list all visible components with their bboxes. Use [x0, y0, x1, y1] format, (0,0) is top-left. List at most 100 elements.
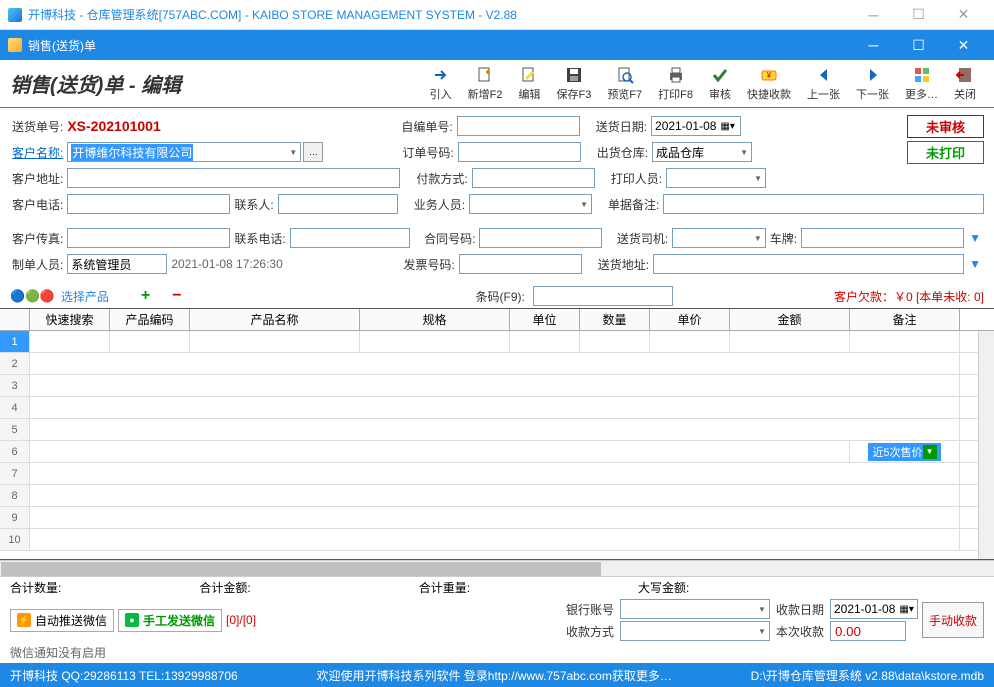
custname-combo[interactable]: 开博维尔科技有限公司▼ [67, 142, 301, 162]
custfax-input[interactable] [67, 228, 230, 248]
custname-lookup-button[interactable]: … [303, 142, 323, 162]
vertical-scrollbar[interactable] [978, 331, 994, 559]
docno-value: XS-202101001 [67, 118, 397, 134]
customer-debt-text: 客户欠款：￥0 [本单未收: 0] [834, 288, 984, 305]
contact-label: 联系人: [232, 196, 275, 213]
total-amt-label: 合计金额: [199, 579, 250, 596]
not-audited-badge: 未审核 [907, 115, 984, 138]
table-row: 10 [0, 529, 994, 551]
selfno-input[interactable] [457, 116, 580, 136]
deliverdate-input[interactable]: 2021-01-08▦▾ [651, 116, 741, 136]
plate-input[interactable] [801, 228, 964, 248]
recvdate-input[interactable]: 2021-01-08▦▾ [830, 599, 918, 619]
shipaddr-label: 送货地址: [596, 256, 651, 273]
wechat-icon: ● [125, 613, 139, 627]
minimize-button[interactable]: ─ [851, 0, 896, 30]
salesman-combo[interactable]: ▼ [469, 194, 592, 214]
subwindow-title: 销售(送货)单 [28, 37, 851, 54]
paymethod-input[interactable] [472, 168, 595, 188]
deliverdate-label: 送货日期: [594, 118, 649, 135]
send-count: [0]/[0] [226, 613, 256, 627]
print-button[interactable]: 打印F8 [652, 64, 699, 104]
create-time: 2021-01-08 17:26:30 [169, 257, 399, 271]
barcode-input[interactable] [533, 286, 673, 306]
select-product-link[interactable]: 选择产品 [61, 288, 109, 305]
page-heading: 销售(送货)单 - 编辑 [10, 69, 422, 98]
creator-label: 制单人员: [10, 256, 65, 273]
driver-combo[interactable]: ▼ [672, 228, 766, 248]
grid-body[interactable]: 1 2 3 4 5 6近5次售价▼ 7 8 9 10 [0, 331, 994, 551]
invoice-input[interactable] [459, 254, 582, 274]
status-mid: 欢迎使用开博科技系列软件 登录http://www.757abc.com获取更多… [258, 667, 731, 684]
remove-row-button[interactable]: − [172, 287, 181, 305]
preview-button[interactable]: 预览F7 [601, 64, 648, 104]
table-row: 2 [0, 353, 994, 375]
docno-label: 送货单号: [10, 118, 65, 135]
thisrecv-input[interactable] [830, 621, 906, 641]
contract-input[interactable] [479, 228, 602, 248]
total-wt-label: 合计重量: [419, 579, 470, 596]
table-row: 3 [0, 375, 994, 397]
edit-button[interactable]: 编辑 [512, 64, 546, 104]
warehouse-label: 出货仓库: [595, 144, 650, 161]
total-qty-label: 合计数量: [10, 579, 61, 596]
manual-send-wechat-button[interactable]: ●手工发送微信 [118, 609, 222, 632]
manual-receive-button[interactable]: 手动收款 [922, 602, 984, 638]
table-row: 1 [0, 331, 994, 353]
bank-combo[interactable]: ▼ [620, 599, 770, 619]
contract-label: 合同号码: [422, 230, 477, 247]
shipaddr-input[interactable] [653, 254, 964, 274]
table-row: 5 [0, 419, 994, 441]
auto-push-wechat-button[interactable]: ⚡自动推送微信 [10, 609, 114, 632]
horizontal-scrollbar[interactable] [0, 560, 994, 576]
custaddr-input[interactable] [67, 168, 400, 188]
close-button[interactable]: ✕ [941, 0, 986, 30]
thisrecv-label: 本次收款 [774, 623, 826, 640]
table-row: 4 [0, 397, 994, 419]
status-left: 开博科技 QQ:29286113 TEL:13929988706 [10, 667, 238, 684]
grid-header: 快速搜索 产品编码 产品名称 规格 单位 数量 单价 金额 备注 [0, 309, 994, 331]
new-button[interactable]: 新增F2 [462, 64, 509, 104]
table-row: 8 [0, 485, 994, 507]
printer-label: 打印人员: [609, 170, 664, 187]
next-button[interactable]: 下一张 [850, 64, 895, 104]
custtel-input[interactable] [67, 194, 230, 214]
close-toolbar-button[interactable]: 关闭 [948, 64, 982, 104]
palette-icon: 🔵🟢🔴 [10, 289, 55, 303]
warehouse-combo[interactable]: 成品仓库▼ [652, 142, 752, 162]
more-button[interactable]: 更多… [899, 64, 944, 104]
quickpay-button[interactable]: ¥快捷收款 [741, 64, 797, 104]
price-history-popup[interactable]: 近5次售价▼ [868, 443, 940, 461]
expand-icon[interactable]: ▼ [966, 231, 984, 245]
app-icon [8, 8, 22, 22]
recvmethod-combo[interactable]: ▼ [620, 621, 770, 641]
orderno-label: 订单号码: [400, 144, 455, 161]
audit-button[interactable]: 审核 [703, 64, 737, 104]
dropdown-icon: ▼ [923, 445, 937, 459]
recvmethod-label: 收款方式 [564, 623, 616, 640]
calendar-icon[interactable]: ▦▾ [720, 121, 734, 132]
custfax-label: 客户传真: [10, 230, 65, 247]
sub-minimize-button[interactable]: ─ [851, 30, 896, 60]
contacttel-input[interactable] [290, 228, 410, 248]
custname-label[interactable]: 客户名称: [10, 144, 65, 161]
maximize-button[interactable]: ☐ [896, 0, 941, 30]
expand-icon-2[interactable]: ▼ [966, 257, 984, 271]
rss-icon: ⚡ [17, 613, 31, 627]
contact-input[interactable] [278, 194, 398, 214]
custtel-label: 客户电话: [10, 196, 65, 213]
orderno-input[interactable] [458, 142, 581, 162]
bank-label: 银行账号 [564, 601, 616, 618]
save-button[interactable]: 保存F3 [550, 64, 597, 104]
remark-label: 单据备注: [606, 196, 661, 213]
remark-input[interactable] [663, 194, 984, 214]
recvdate-label: 收款日期 [774, 601, 826, 618]
add-row-button[interactable]: + [141, 287, 150, 305]
not-printed-badge: 未打印 [907, 141, 984, 164]
sub-maximize-button[interactable]: ☐ [896, 30, 941, 60]
printer-combo[interactable]: ▼ [666, 168, 766, 188]
sub-close-button[interactable]: ✕ [941, 30, 986, 60]
plate-label: 车牌: [768, 230, 799, 247]
import-button[interactable]: 引入 [424, 64, 458, 104]
prev-button[interactable]: 上一张 [801, 64, 846, 104]
